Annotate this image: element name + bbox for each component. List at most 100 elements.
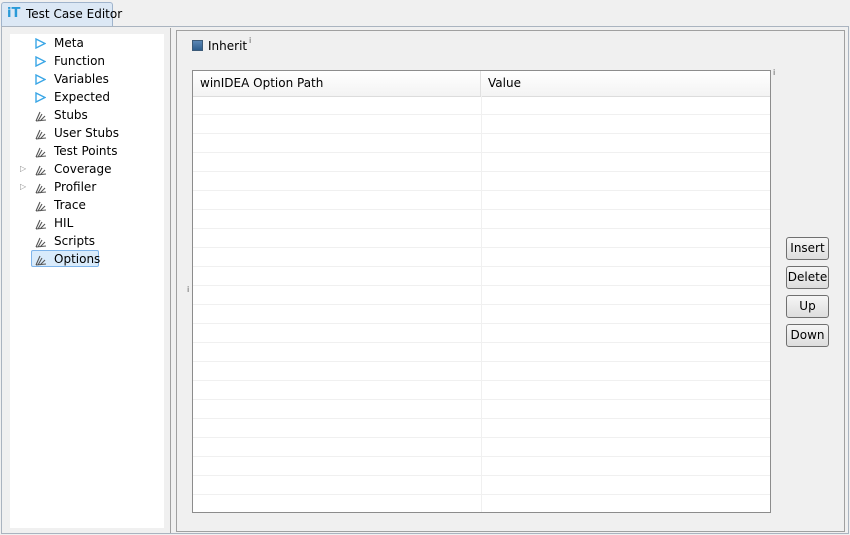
- column-separator: [481, 172, 482, 191]
- column-separator: [481, 267, 482, 286]
- expand-arrow-icon[interactable]: ▷: [20, 178, 28, 196]
- column-separator: [481, 134, 482, 153]
- tree-item-label: HIL: [54, 216, 74, 230]
- tree-item-label: Stubs: [54, 108, 88, 122]
- table-row[interactable]: [193, 248, 770, 267]
- column-separator: [481, 305, 482, 324]
- tree-item-label: Options: [54, 252, 101, 266]
- tool-icon: [35, 232, 49, 250]
- tool-icon: [35, 214, 49, 232]
- tree-item-expected[interactable]: Expected: [0, 88, 170, 106]
- tree-item-label: Coverage: [54, 162, 112, 176]
- column-separator: [481, 115, 482, 134]
- up-button[interactable]: Up: [786, 295, 829, 318]
- tree-item-label: Expected: [54, 90, 110, 104]
- table-row[interactable]: [193, 495, 770, 512]
- tree-item-scripts[interactable]: Scripts: [0, 232, 170, 250]
- tree-item-label: Meta: [54, 36, 84, 50]
- table-header: winIDEA Option Path Value: [193, 71, 770, 97]
- table-row[interactable]: [193, 172, 770, 191]
- tool-icon: [35, 124, 49, 142]
- column-separator: [481, 438, 482, 457]
- column-separator: [481, 248, 482, 267]
- column-separator: [481, 457, 482, 476]
- tree-item-profiler[interactable]: ▷ Profiler: [0, 178, 170, 196]
- inherit-info-icon[interactable]: i: [249, 36, 251, 45]
- tree-item-trace[interactable]: Trace: [0, 196, 170, 214]
- table-row[interactable]: [193, 267, 770, 286]
- down-button[interactable]: Down: [786, 324, 829, 347]
- tree-item-coverage[interactable]: ▷ Coverage: [0, 160, 170, 178]
- table-row[interactable]: [193, 153, 770, 172]
- column-separator: [481, 191, 482, 210]
- column-separator: [481, 419, 482, 438]
- column-separator: [481, 362, 482, 381]
- table-row[interactable]: [193, 419, 770, 438]
- tree-item-label: Test Points: [54, 144, 118, 158]
- tree-item-label: Variables: [54, 72, 109, 86]
- inherit-label: Inherit: [208, 39, 248, 53]
- table-info-icon[interactable]: i: [773, 68, 775, 77]
- tab-label: Test Case Editor: [26, 7, 123, 21]
- table-row[interactable]: [193, 457, 770, 476]
- options-table[interactable]: winIDEA Option Path Value: [192, 70, 771, 513]
- editor-tab-bar: iT Test Case Editor: [0, 0, 850, 26]
- table-row[interactable]: [193, 305, 770, 324]
- tree-item-options[interactable]: Options: [0, 250, 170, 268]
- tool-icon: [35, 106, 49, 124]
- tree-item-hil[interactable]: HIL: [0, 214, 170, 232]
- tree-item-label: Function: [54, 54, 106, 68]
- tool-icon: [35, 160, 49, 178]
- app-logo-icon: iT: [7, 6, 21, 21]
- column-header-value[interactable]: Value: [481, 71, 770, 96]
- table-row[interactable]: [193, 324, 770, 343]
- column-separator: [481, 495, 482, 512]
- play-arrow-icon: [35, 52, 49, 70]
- column-separator: [481, 229, 482, 248]
- insert-button[interactable]: Insert: [786, 237, 829, 260]
- table-row[interactable]: [193, 343, 770, 362]
- table-row[interactable]: [193, 229, 770, 248]
- table-row[interactable]: [193, 96, 770, 115]
- table-row[interactable]: [193, 286, 770, 305]
- expand-arrow-icon[interactable]: ▷: [20, 160, 28, 178]
- tree-item-stubs[interactable]: Stubs: [0, 106, 170, 124]
- play-arrow-icon: [35, 88, 49, 106]
- tree-item-label: Trace: [54, 198, 86, 212]
- table-row[interactable]: [193, 400, 770, 419]
- tab-test-case-editor[interactable]: iT Test Case Editor: [1, 2, 122, 26]
- tree-item-meta[interactable]: Meta: [0, 34, 170, 52]
- table-row[interactable]: [193, 134, 770, 153]
- table-row[interactable]: [193, 115, 770, 134]
- table-row[interactable]: [193, 438, 770, 457]
- table-body: [193, 96, 770, 512]
- tool-icon: [35, 250, 49, 268]
- tool-icon: [35, 196, 49, 214]
- tree-item-test-points[interactable]: Test Points: [0, 142, 170, 160]
- table-row[interactable]: [193, 191, 770, 210]
- tree-item-label: Scripts: [54, 234, 96, 248]
- column-separator: [481, 153, 482, 172]
- column-separator: [481, 96, 482, 115]
- play-arrow-icon: [35, 34, 49, 52]
- tree-item-user-stubs[interactable]: User Stubs: [0, 124, 170, 142]
- tree-item-label: Profiler: [54, 180, 97, 194]
- tool-icon: [35, 178, 49, 196]
- column-separator: [481, 210, 482, 229]
- tree-item-variables[interactable]: Variables: [0, 70, 170, 88]
- inherit-checkbox[interactable]: [192, 40, 203, 51]
- table-row[interactable]: [193, 381, 770, 400]
- sash-divider[interactable]: [170, 28, 171, 533]
- column-separator: [481, 324, 482, 343]
- column-separator: [481, 381, 482, 400]
- column-header-option-path[interactable]: winIDEA Option Path: [193, 71, 481, 96]
- tree-item-function[interactable]: Function: [0, 52, 170, 70]
- delete-button[interactable]: Delete: [786, 266, 829, 289]
- table-row[interactable]: [193, 476, 770, 495]
- column-separator: [481, 476, 482, 495]
- tool-icon: [35, 142, 49, 160]
- column-separator: [481, 400, 482, 419]
- table-row[interactable]: [193, 362, 770, 381]
- table-row[interactable]: [193, 210, 770, 229]
- side-info-icon[interactable]: i: [187, 285, 189, 294]
